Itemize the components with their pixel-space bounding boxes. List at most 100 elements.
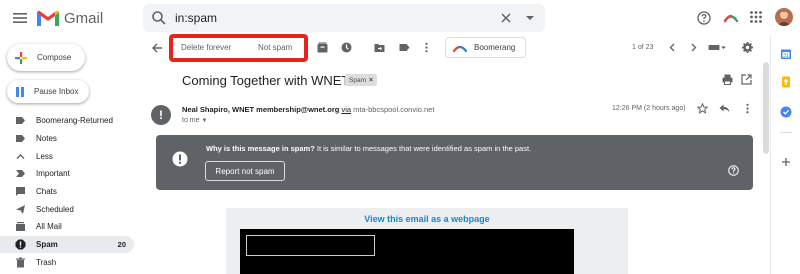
sender-name[interactable]: Neal Shapiro, WNET membership@wnet.org	[182, 105, 339, 114]
label-icon	[16, 117, 25, 124]
email-image-placeholder	[246, 235, 375, 256]
via-domain: mta-bbcspool.convio.net	[353, 105, 435, 114]
delete-forever-button[interactable]: Delete forever	[181, 43, 231, 52]
chat-icon	[16, 187, 25, 196]
more-options-icon[interactable]	[421, 42, 432, 53]
boomerang-label: Boomerang	[474, 43, 516, 52]
archive-icon[interactable]	[317, 42, 328, 53]
sidebar-item-chats[interactable]: Chats	[0, 183, 134, 200]
older-chevron-icon[interactable]	[688, 42, 699, 53]
boomerang-icon	[453, 45, 467, 52]
boomerang-button[interactable]: Boomerang	[445, 37, 526, 58]
input-tools-icon[interactable]	[708, 42, 726, 53]
sender-info: Neal Shapiro, WNET membership@wnet.org v…	[182, 105, 434, 114]
account-avatar[interactable]	[775, 8, 793, 26]
not-spam-button[interactable]: Not spam	[258, 43, 292, 52]
help-icon[interactable]	[697, 11, 711, 25]
sidebar-item-label: Chats	[36, 187, 57, 196]
sender-avatar: !	[151, 105, 171, 125]
trash-icon	[16, 257, 25, 268]
sidebar-item-notes[interactable]: Notes	[0, 130, 134, 147]
message-timestamp: 12:26 PM (2 hours ago)	[612, 105, 686, 112]
gmail-logo[interactable]: Gmail	[36, 7, 116, 29]
search-bar[interactable]: in:spam	[143, 4, 545, 32]
rail-divider	[780, 132, 792, 133]
warning-icon	[172, 151, 188, 167]
recipient-details[interactable]: to me ▼	[182, 117, 207, 124]
sidebar-item-label: All Mail	[36, 222, 62, 231]
sidebar-item-label: Trash	[36, 258, 57, 267]
svg-text:31: 31	[783, 53, 789, 59]
recipient-label: to me	[182, 117, 200, 124]
reply-icon[interactable]	[719, 103, 730, 114]
sidebar-item-label: Scheduled	[36, 205, 74, 214]
print-icon[interactable]	[722, 74, 733, 85]
spam-count-badge: 20	[117, 240, 126, 249]
remove-label-icon[interactable]: ×	[369, 77, 373, 84]
pause-icon	[16, 86, 24, 97]
star-icon[interactable]	[697, 103, 708, 114]
clear-search-icon[interactable]	[499, 11, 513, 25]
newer-chevron-icon[interactable]	[667, 42, 678, 53]
compose-label: Compose	[37, 53, 72, 62]
search-input[interactable]: in:spam	[175, 11, 217, 25]
important-icon	[16, 170, 25, 177]
tasks-icon[interactable]	[780, 106, 792, 118]
spam-icon	[15, 239, 26, 250]
scrollbar[interactable]	[763, 62, 769, 154]
spam-explanation-text: It is similar to messages that were iden…	[314, 144, 532, 153]
side-panel: 31	[770, 36, 800, 274]
sidebar-item-label: Notes	[36, 134, 57, 143]
back-arrow-icon[interactable]	[151, 42, 163, 54]
sidebar-item-scheduled[interactable]: Scheduled	[0, 201, 134, 218]
keep-icon[interactable]	[780, 76, 792, 88]
search-options-icon[interactable]	[523, 11, 537, 25]
message-subject: Coming Together with WNET	[182, 73, 350, 88]
more-vert-icon[interactable]	[742, 103, 753, 114]
compose-button[interactable]: Compose	[7, 44, 85, 71]
settings-gear-icon[interactable]	[742, 42, 753, 53]
search-icon[interactable]	[151, 10, 167, 26]
pause-inbox-button[interactable]: Pause Inbox	[7, 80, 89, 103]
sidebar-item-important[interactable]: Important	[0, 165, 134, 182]
gmail-m-icon	[37, 10, 59, 26]
calendar-icon[interactable]: 31	[780, 48, 792, 60]
add-on-plus-icon[interactable]	[780, 156, 792, 168]
label-as-icon[interactable]	[399, 42, 410, 53]
spam-label-chip[interactable]: Spam ×	[345, 74, 378, 86]
snooze-icon[interactable]	[341, 42, 352, 53]
app-name: Gmail	[64, 9, 104, 27]
main-menu-icon[interactable]	[10, 8, 30, 28]
open-new-window-icon[interactable]	[741, 74, 752, 85]
sidebar-item-label: Boomerang-Returned	[36, 116, 113, 125]
pause-inbox-label: Pause Inbox	[34, 87, 79, 96]
sidebar-item-label: Important	[36, 169, 70, 178]
email-content: View this email as a webpage	[226, 208, 628, 274]
sidebar-item-less[interactable]: Less	[0, 148, 134, 165]
spam-explanation: Why is this message in spam? It is simil…	[206, 144, 531, 153]
help-circle-icon[interactable]	[728, 165, 739, 176]
via-link[interactable]: via	[341, 105, 351, 114]
sidebar-item-boomerang-returned[interactable]: Boomerang-Returned	[0, 112, 134, 129]
chevron-down-icon: ▼	[201, 118, 208, 124]
all-mail-icon	[16, 222, 25, 231]
sidebar-item-spam[interactable]: Spam 20	[0, 236, 134, 253]
sidebar-item-label: Less	[36, 152, 53, 161]
chevron-up-icon	[16, 154, 25, 159]
pagination-text: 1 of 23	[632, 44, 654, 51]
view-as-webpage-link[interactable]: View this email as a webpage	[226, 214, 628, 224]
boomerang-icon[interactable]	[723, 10, 739, 26]
move-to-icon[interactable]	[374, 42, 385, 53]
sidebar-item-label: Spam	[36, 240, 58, 249]
spam-warning-banner: Why is this message in spam? It is simil…	[156, 135, 753, 190]
label-icon	[16, 135, 25, 142]
report-not-spam-button[interactable]: Report not spam	[205, 161, 285, 181]
sidebar-item-trash[interactable]: Trash	[0, 254, 134, 271]
label-chip-text: Spam	[349, 76, 366, 84]
scheduled-icon	[16, 205, 25, 214]
email-header-image	[240, 229, 574, 274]
apps-grid-icon[interactable]	[749, 10, 763, 24]
sidebar-item-all-mail[interactable]: All Mail	[0, 218, 134, 235]
top-header: Gmail in:spam	[0, 0, 800, 36]
spam-question: Why is this message in spam?	[206, 144, 315, 153]
